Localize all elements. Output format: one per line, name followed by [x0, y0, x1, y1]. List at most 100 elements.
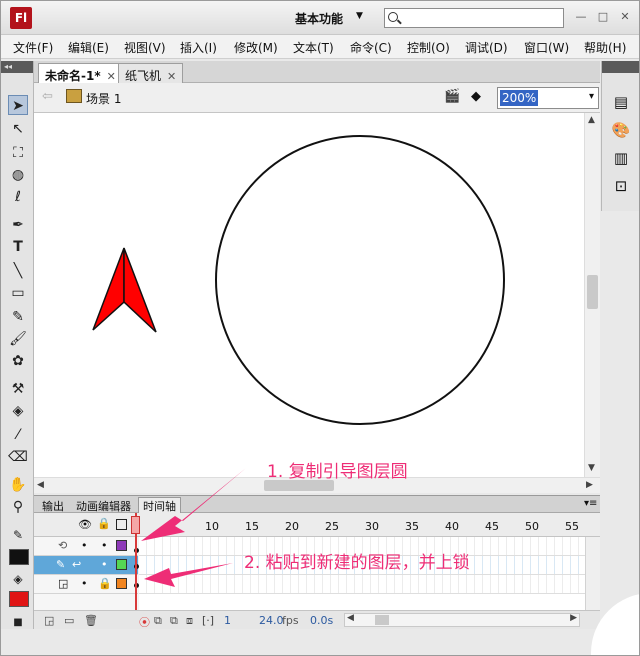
menu-debug[interactable]: 调试(D) [465, 39, 508, 56]
elapsed-time[interactable]: 0.0s [310, 614, 333, 627]
lock-dot[interactable]: • [101, 558, 108, 572]
stage-canvas[interactable] [34, 113, 584, 477]
menu-help[interactable]: 帮助(H) [584, 39, 626, 56]
bone-tool-icon[interactable]: ⚒ [8, 379, 28, 399]
chevron-down-icon[interactable]: ▾ [589, 91, 594, 102]
new-layer-icon[interactable]: ◲ [44, 614, 54, 627]
scroll-left-icon[interactable]: ◀ [347, 613, 354, 623]
edit-multiple-frames-icon[interactable]: ⧈ [186, 614, 193, 628]
lock-icon[interactable]: 🔒 [97, 517, 111, 530]
menu-text[interactable]: 文本(T) [293, 39, 334, 56]
panel-menu-icon[interactable]: ▾≡ [580, 498, 601, 509]
layer-color-swatch[interactable] [116, 559, 127, 570]
scroll-down-icon[interactable]: ▼ [588, 463, 595, 473]
layer-row-plane[interactable]: ✎ ↩ • [34, 556, 138, 575]
eraser-icon[interactable]: ⌫ [8, 447, 28, 467]
fill-color-swatch[interactable] [9, 591, 29, 607]
layer-row-locked[interactable]: ◲ • 🔒 [34, 575, 138, 594]
menu-commands[interactable]: 命令(C) [350, 39, 392, 56]
menu-window[interactable]: 窗口(W) [524, 39, 569, 56]
stroke-color-icon[interactable]: ✎ [8, 525, 28, 545]
menu-view[interactable]: 视图(V) [124, 39, 166, 56]
outline-icon[interactable] [116, 519, 127, 530]
tab-output[interactable]: 输出 [38, 498, 68, 514]
close-icon[interactable]: ✕ [167, 70, 176, 83]
rectangle-tool-icon[interactable]: ▭ [8, 283, 28, 303]
vertical-scrollbar[interactable]: ▲ ▼ [584, 113, 600, 477]
align-icon[interactable]: ⊡ [610, 175, 632, 197]
line-tool-icon[interactable]: ╲ [8, 261, 28, 281]
deco-tool-icon[interactable]: ✿ [8, 351, 28, 371]
lock-icon[interactable]: 🔒 [98, 577, 112, 591]
library-icon[interactable]: ▥ [610, 147, 632, 169]
edit-symbols-icon[interactable]: ◆ [471, 89, 489, 105]
playhead-handle[interactable] [131, 516, 140, 534]
menu-file[interactable]: 文件(F) [13, 39, 53, 56]
current-frame[interactable]: 1 [224, 614, 231, 627]
close-icon[interactable]: ✕ [107, 70, 116, 83]
modify-markers-icon[interactable]: [·] [202, 614, 214, 627]
timeline-hscroll[interactable]: ◀ ▶ [344, 613, 580, 627]
guide-circle[interactable] [215, 135, 505, 425]
scene-label[interactable]: 场景 1 [86, 90, 121, 107]
edit-scene-icon[interactable]: 🎬 [444, 89, 462, 105]
layer-color-swatch[interactable] [116, 578, 127, 589]
tab-timeline[interactable]: 时间轴 [138, 497, 181, 514]
scroll-left-icon[interactable]: ◀ [37, 480, 44, 490]
close-button[interactable]: ✕ [617, 9, 633, 25]
eye-icon[interactable]: 👁 [78, 518, 92, 531]
collapse-icon[interactable]: ◂◂ [1, 61, 33, 73]
lock-dot[interactable]: • [101, 539, 108, 553]
new-folder-icon[interactable]: ▭ [64, 614, 74, 627]
motion-guide-icon[interactable]: ↩ [72, 558, 81, 572]
hand-tool-icon[interactable]: ✋ [8, 475, 28, 495]
zoom-select[interactable]: 200% ▾ [497, 87, 599, 109]
3d-rotation-tool-icon[interactable]: ◍ [8, 165, 28, 185]
text-tool-icon[interactable]: T [8, 237, 28, 257]
vertical-scroll-thumb[interactable] [587, 275, 598, 309]
fill-color-icon[interactable]: ◈ [8, 569, 28, 589]
selection-tool-icon[interactable]: ➤ [8, 95, 28, 115]
maximize-button[interactable]: □ [595, 9, 611, 25]
back-arrow-icon[interactable]: ⇦ [42, 89, 53, 104]
pen-tool-icon[interactable]: ✒ [8, 215, 28, 235]
menu-edit[interactable]: 编辑(E) [68, 39, 109, 56]
brush-tool-icon[interactable]: 🖌 [8, 329, 28, 349]
zoom-tool-icon[interactable]: ⚲ [8, 497, 28, 517]
workspace-switcher[interactable]: 基本功能 [295, 10, 343, 27]
scroll-up-icon[interactable]: ▲ [588, 115, 595, 125]
delete-layer-icon[interactable]: 🗑 [84, 614, 98, 627]
tab-motion-editor[interactable]: 动画编辑器 [72, 498, 135, 514]
subselection-tool-icon[interactable]: ↖ [8, 119, 28, 139]
layer-color-swatch[interactable] [116, 540, 127, 551]
onion-skin-icon[interactable]: ⧉ [154, 614, 162, 628]
free-transform-tool-icon[interactable]: ⛶ [8, 143, 28, 163]
frame-row[interactable] [134, 575, 585, 594]
chevron-down-icon[interactable]: ▼ [356, 11, 363, 21]
center-frame-icon[interactable]: ⦿ [139, 614, 150, 630]
properties-icon[interactable]: ▤ [610, 91, 632, 113]
paper-plane-right[interactable] [123, 247, 157, 333]
scroll-right-icon[interactable]: ▶ [586, 480, 593, 490]
scroll-right-icon[interactable]: ▶ [570, 613, 577, 623]
visibility-dot[interactable]: • [81, 539, 88, 553]
layer-row-guide[interactable]: ⟲ • • [34, 537, 138, 556]
minimize-button[interactable]: — [573, 9, 589, 25]
paint-bucket-icon[interactable]: ◈ [8, 401, 28, 421]
tab-paper-plane[interactable]: 纸飞机 ✕ [118, 63, 184, 83]
tab-untitled[interactable]: 未命名-1* ✕ [38, 63, 123, 83]
eyedropper-icon[interactable]: ⁄ [8, 425, 28, 445]
paper-plane-left[interactable] [92, 247, 125, 331]
onion-outline-icon[interactable]: ⧉ [170, 614, 178, 628]
frame-rate[interactable]: 24.0 [259, 614, 284, 627]
stroke-color-swatch[interactable] [9, 549, 29, 565]
lasso-tool-icon[interactable]: ℓ [8, 187, 28, 207]
timeline-scrollbar[interactable] [585, 537, 600, 610]
timeline-scroll-thumb[interactable] [375, 615, 389, 625]
search-input[interactable] [384, 8, 564, 28]
menu-modify[interactable]: 修改(M) [234, 39, 278, 56]
visibility-dot[interactable]: • [81, 577, 88, 591]
zoom-value[interactable]: 200% [500, 90, 539, 106]
color-palette-icon[interactable]: 🎨 [610, 119, 632, 141]
menu-control[interactable]: 控制(O) [407, 39, 450, 56]
